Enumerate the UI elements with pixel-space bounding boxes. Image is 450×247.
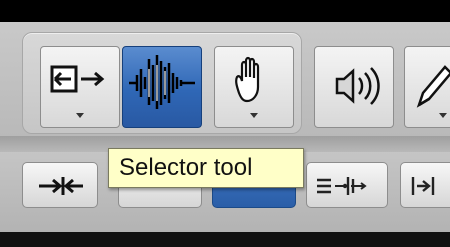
pencil-tool-button[interactable] (404, 46, 450, 128)
grid-mode-button[interactable] (306, 162, 388, 208)
chevron-down-icon[interactable] (250, 113, 258, 118)
toolbar-window: Selector tool (0, 0, 450, 247)
shuffle-arrows-icon (39, 177, 83, 195)
grid-icon (317, 177, 367, 195)
bottom-edge (0, 232, 450, 247)
selector-waveform-icon (129, 55, 195, 109)
tooltip: Selector tool (108, 148, 304, 188)
snap-icon (411, 177, 435, 195)
shuffle-mode-button[interactable] (22, 162, 98, 208)
speaker-icon (335, 67, 380, 105)
chevron-down-icon[interactable] (76, 113, 84, 118)
selector-tool-button[interactable] (122, 46, 202, 128)
chevron-down-icon[interactable] (439, 113, 447, 118)
grabber-tool-button[interactable] (214, 46, 294, 128)
trim-tool-button[interactable] (40, 46, 120, 128)
snap-mode-button[interactable] (400, 162, 450, 208)
scrubber-tool-button[interactable] (314, 46, 394, 128)
